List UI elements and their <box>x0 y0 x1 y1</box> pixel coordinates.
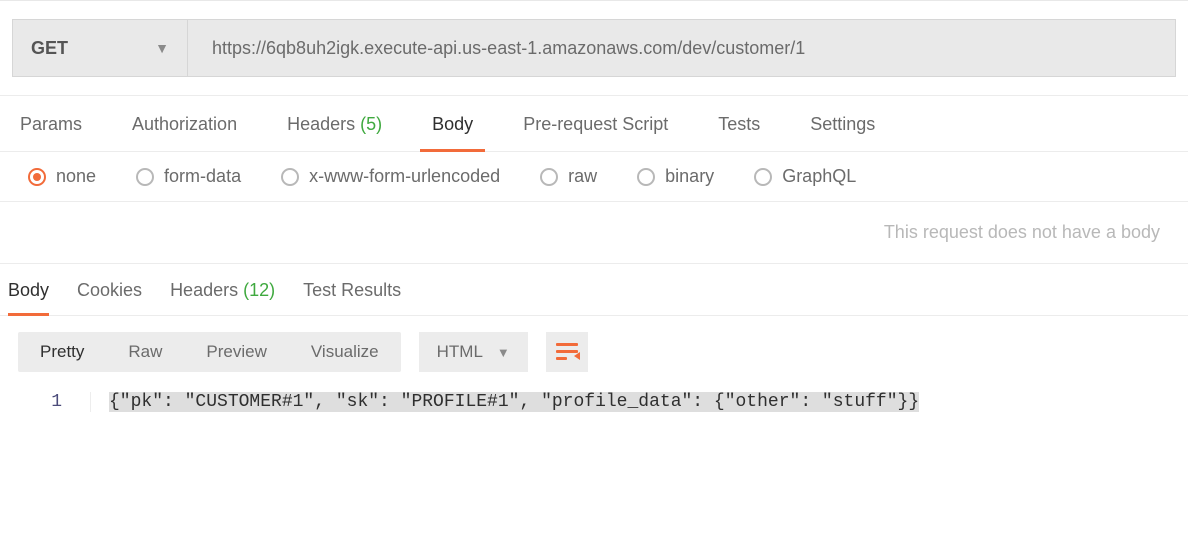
radio-form-data[interactable]: form-data <box>136 166 241 187</box>
response-format-value: HTML <box>437 342 483 362</box>
wrap-lines-button[interactable] <box>546 332 588 372</box>
resp-tab-test-results[interactable]: Test Results <box>303 264 401 315</box>
tab-prerequest[interactable]: Pre-request Script <box>523 96 668 151</box>
radio-dot-icon <box>28 168 46 186</box>
http-method-select[interactable]: GET ▼ <box>13 20 188 76</box>
request-url-row: GET ▼ <box>0 1 1188 95</box>
chevron-down-icon: ▼ <box>155 40 169 56</box>
radio-graphql-label: GraphQL <box>782 166 856 187</box>
url-input[interactable] <box>188 20 1175 76</box>
tab-authorization[interactable]: Authorization <box>132 96 237 151</box>
radio-none-label: none <box>56 166 96 187</box>
response-body-text: {"pk": "CUSTOMER#1", "sk": "PROFILE#1", … <box>109 392 919 412</box>
view-pretty-button[interactable]: Pretty <box>18 332 106 372</box>
resp-tab-headers-label: Headers <box>170 280 238 300</box>
view-raw-button[interactable]: Raw <box>106 332 184 372</box>
response-body-viewer: 1 {"pk": "CUSTOMER#1", "sk": "PROFILE#1"… <box>0 388 1188 432</box>
http-method-value: GET <box>31 38 68 59</box>
radio-none[interactable]: none <box>28 166 96 187</box>
tab-settings[interactable]: Settings <box>810 96 875 151</box>
radio-binary[interactable]: binary <box>637 166 714 187</box>
radio-dot-icon <box>136 168 154 186</box>
response-tabs: Body Cookies Headers (12) Test Results <box>0 264 1188 316</box>
tab-body[interactable]: Body <box>432 96 473 151</box>
radio-binary-label: binary <box>665 166 714 187</box>
no-body-notice: This request does not have a body <box>0 202 1188 264</box>
radio-urlencoded-label: x-www-form-urlencoded <box>309 166 500 187</box>
radio-urlencoded[interactable]: x-www-form-urlencoded <box>281 166 500 187</box>
radio-dot-icon <box>754 168 772 186</box>
view-visualize-button[interactable]: Visualize <box>289 332 401 372</box>
response-format-select[interactable]: HTML ▼ <box>419 332 528 372</box>
response-body-content[interactable]: {"pk": "CUSTOMER#1", "sk": "PROFILE#1", … <box>90 392 1188 412</box>
view-preview-button[interactable]: Preview <box>184 332 288 372</box>
resp-tab-headers[interactable]: Headers (12) <box>170 264 275 315</box>
body-type-radios: none form-data x-www-form-urlencoded raw… <box>0 152 1188 202</box>
view-mode-group: Pretty Raw Preview Visualize <box>18 332 401 372</box>
radio-graphql[interactable]: GraphQL <box>754 166 856 187</box>
tab-headers[interactable]: Headers (5) <box>287 96 382 151</box>
radio-dot-icon <box>540 168 558 186</box>
resp-headers-count-badge: (12) <box>243 280 275 300</box>
chevron-down-icon: ▼ <box>497 345 510 360</box>
line-number-gutter: 1 <box>0 392 90 412</box>
line-number: 1 <box>51 392 62 412</box>
tab-headers-label: Headers <box>287 114 355 134</box>
tab-params[interactable]: Params <box>20 96 82 151</box>
wrap-icon <box>556 343 578 361</box>
url-bar: GET ▼ <box>12 19 1176 77</box>
resp-tab-cookies[interactable]: Cookies <box>77 264 142 315</box>
resp-tab-body[interactable]: Body <box>8 264 49 315</box>
radio-dot-icon <box>637 168 655 186</box>
radio-dot-icon <box>281 168 299 186</box>
tab-tests[interactable]: Tests <box>718 96 760 151</box>
radio-form-data-label: form-data <box>164 166 241 187</box>
response-viewer-toolbar: Pretty Raw Preview Visualize HTML ▼ <box>0 316 1188 388</box>
radio-raw-label: raw <box>568 166 597 187</box>
radio-raw[interactable]: raw <box>540 166 597 187</box>
headers-count-badge: (5) <box>360 114 382 134</box>
request-tabs: Params Authorization Headers (5) Body Pr… <box>0 95 1188 152</box>
